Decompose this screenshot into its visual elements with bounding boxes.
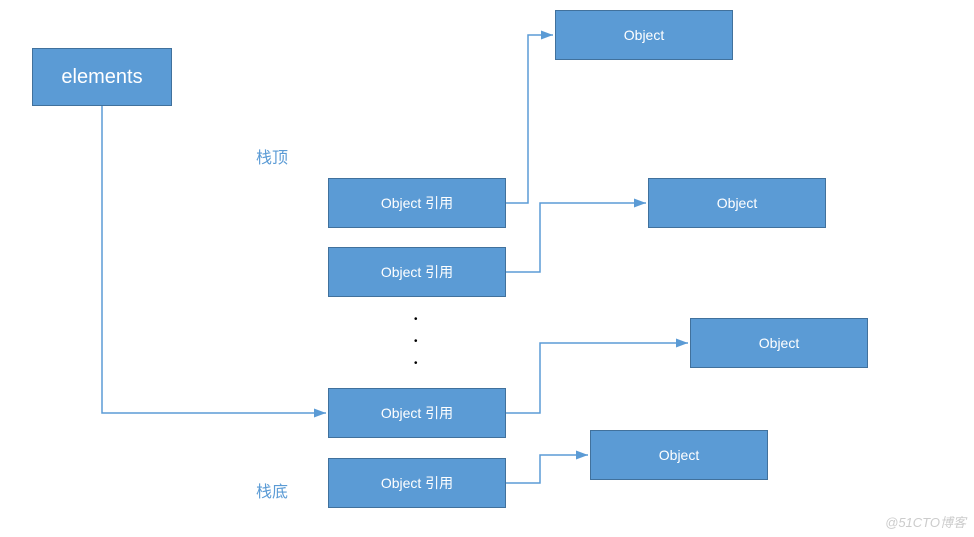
ellipsis-dot: • (414, 358, 418, 369)
watermark: @51CTO博客 (885, 512, 966, 531)
stack-ref-3: Object 引用 (328, 388, 506, 438)
elements-node-text: elements (61, 66, 142, 89)
stack-ref-3-text: Object 引用 (381, 403, 453, 423)
object-node-2-text: Object (717, 195, 757, 211)
stack-ref-1: Object 引用 (328, 178, 506, 228)
stack-ref-2: Object 引用 (328, 247, 506, 297)
object-node-4: Object (590, 430, 768, 480)
elements-node: elements (32, 48, 172, 106)
ellipsis-dot: • (414, 336, 418, 347)
object-node-1-text: Object (624, 27, 664, 43)
ellipsis-dot: • (414, 314, 418, 325)
object-node-3: Object (690, 318, 868, 368)
object-node-3-text: Object (759, 335, 799, 351)
object-node-1: Object (555, 10, 733, 60)
object-node-2: Object (648, 178, 826, 228)
stack-bottom-label: 栈底 (256, 478, 288, 502)
stack-top-label: 栈顶 (256, 144, 288, 168)
object-node-4-text: Object (659, 447, 699, 463)
stack-ref-1-text: Object 引用 (381, 193, 453, 213)
stack-ref-4: Object 引用 (328, 458, 506, 508)
stack-ref-4-text: Object 引用 (381, 473, 453, 493)
stack-ref-2-text: Object 引用 (381, 262, 453, 282)
